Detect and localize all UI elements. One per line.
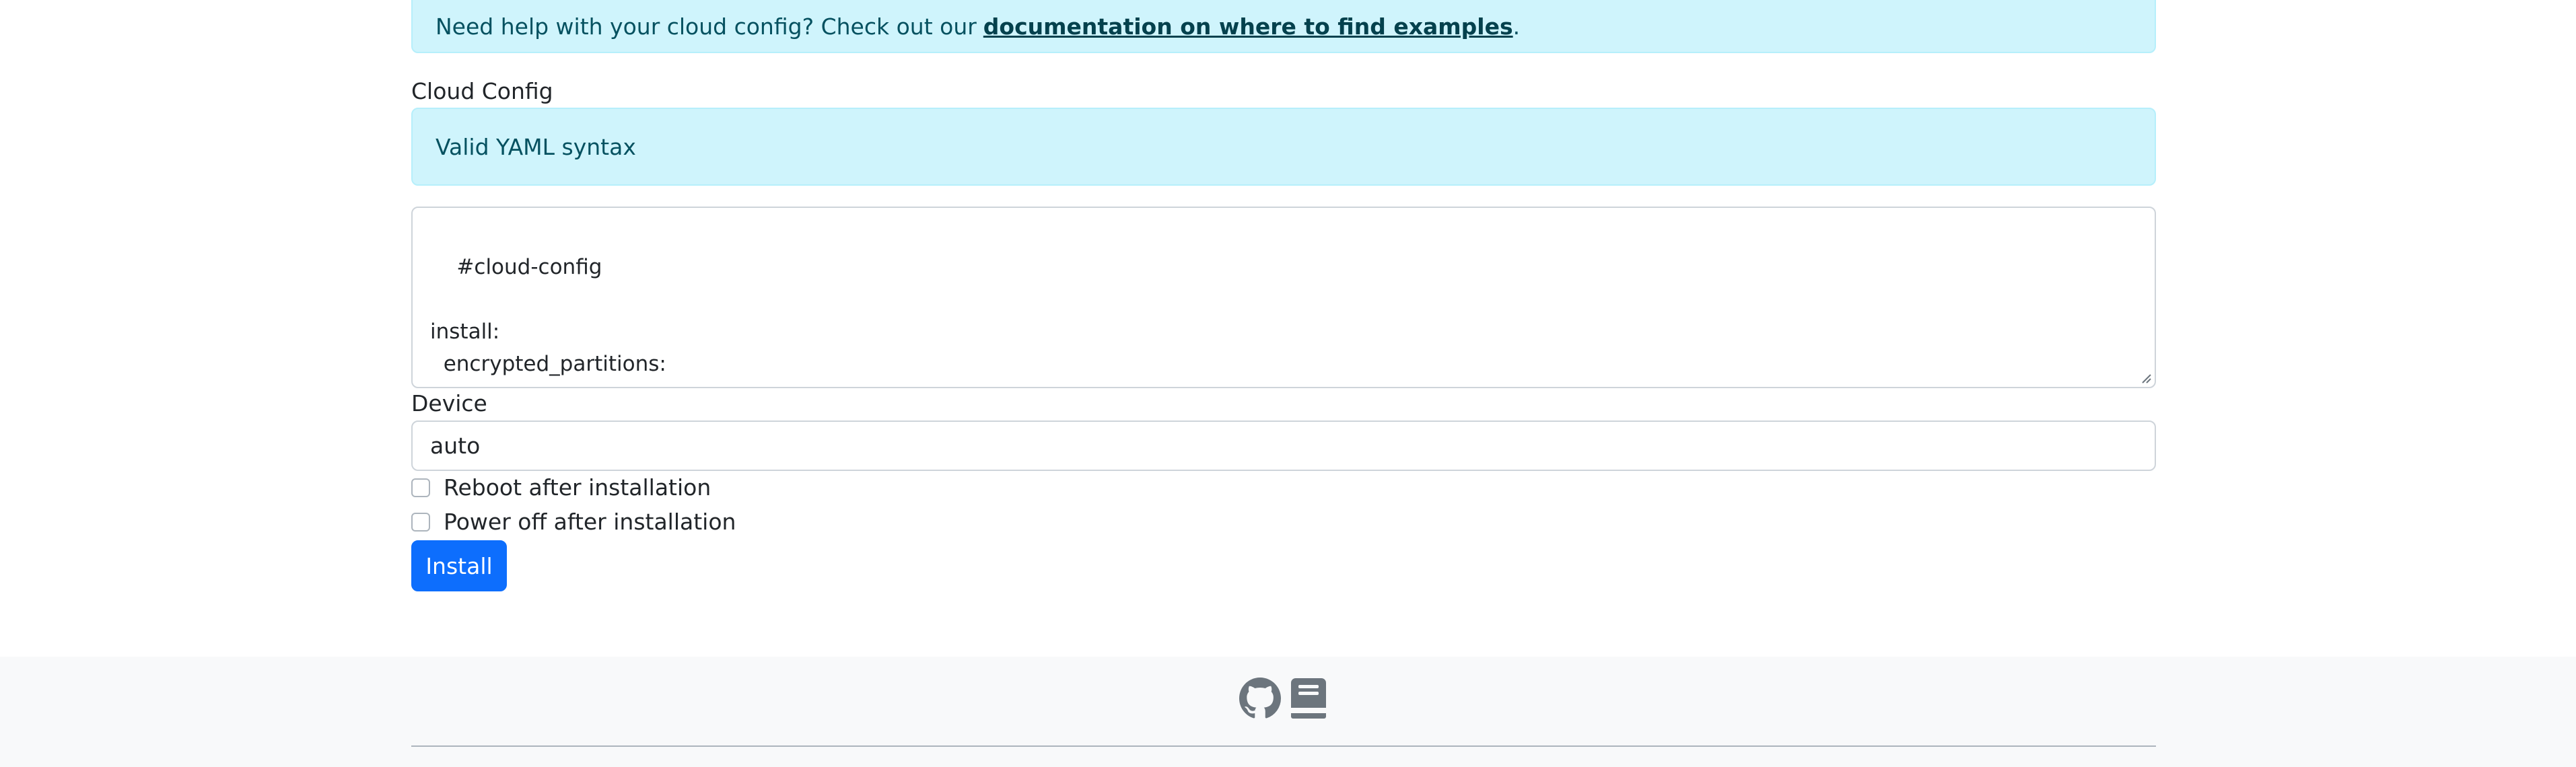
- documentation-link[interactable]: documentation on where to find examples: [983, 13, 1513, 40]
- footer-icons: [1239, 677, 1330, 720]
- cloud-config-value: #cloud-config install: encrypted_partiti…: [430, 255, 666, 387]
- cloud-config-label: Cloud Config: [411, 78, 553, 104]
- footer: [0, 657, 2576, 767]
- install-button[interactable]: Install: [411, 540, 507, 591]
- cloud-config-textarea[interactable]: #cloud-config install: encrypted_partiti…: [411, 207, 2156, 388]
- reboot-checkbox[interactable]: [411, 478, 430, 497]
- poweroff-checkbox[interactable]: [411, 512, 430, 532]
- yaml-validation-alert: Valid YAML syntax: [411, 108, 2156, 186]
- book-icon[interactable]: [1287, 677, 1330, 720]
- reboot-option[interactable]: Reboot after installation: [411, 474, 711, 501]
- device-label: Device: [411, 390, 487, 416]
- github-icon[interactable]: [1239, 677, 1282, 720]
- poweroff-option[interactable]: Power off after installation: [411, 509, 736, 535]
- help-alert-suffix: .: [1512, 13, 1521, 40]
- device-value: auto: [430, 433, 481, 459]
- help-alert: Need help with your cloud config? Check …: [411, 0, 2156, 53]
- device-input[interactable]: auto: [411, 421, 2156, 471]
- reboot-label[interactable]: Reboot after installation: [444, 474, 711, 501]
- yaml-validation-message: Valid YAML syntax: [436, 133, 636, 160]
- poweroff-label[interactable]: Power off after installation: [444, 509, 736, 535]
- help-alert-text: Need help with your cloud config? Check …: [436, 13, 977, 40]
- resize-handle-icon[interactable]: [2140, 372, 2152, 384]
- footer-divider: [411, 745, 2156, 747]
